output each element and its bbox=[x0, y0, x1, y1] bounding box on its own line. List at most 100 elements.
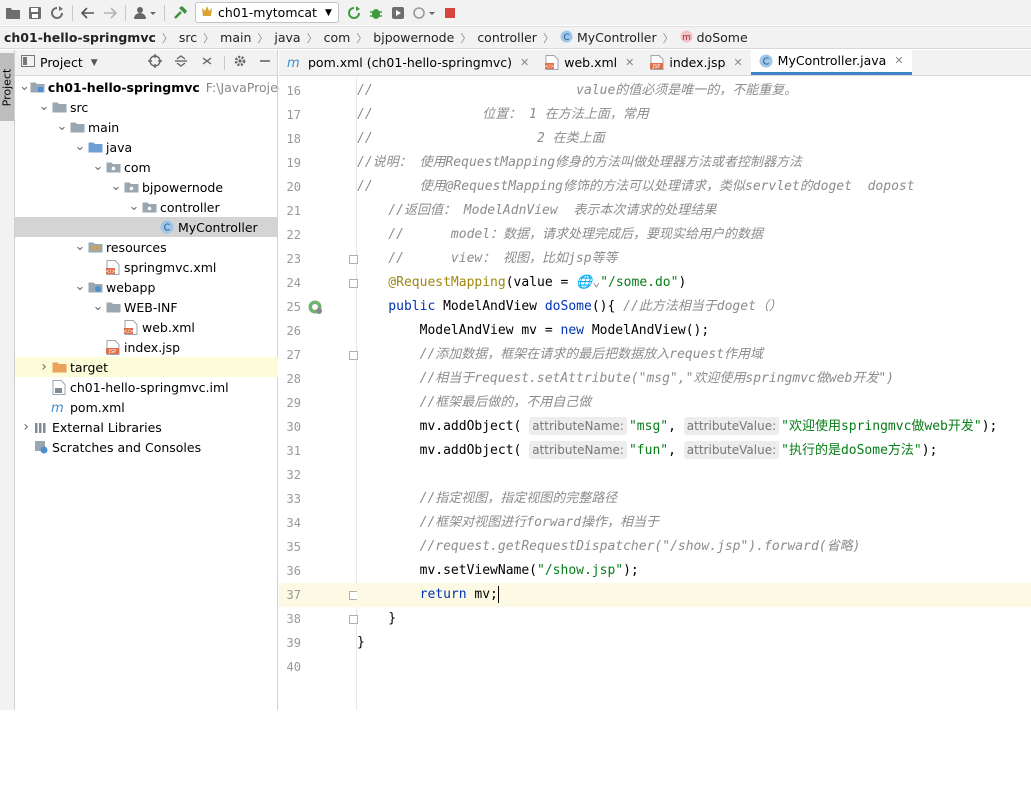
close-icon[interactable]: ✕ bbox=[625, 56, 634, 69]
breadcrumb-item-src[interactable]: src bbox=[179, 30, 197, 45]
breadcrumb-item-java[interactable]: java bbox=[274, 30, 300, 45]
tree-item-com[interactable]: ⌄ com bbox=[15, 157, 278, 177]
code-line[interactable] bbox=[357, 463, 1031, 487]
back-icon[interactable] bbox=[77, 2, 99, 24]
chevron-down-icon[interactable]: ⌄ bbox=[19, 80, 30, 93]
code-line[interactable]: // 2 在类上面 bbox=[357, 127, 1031, 151]
code-line[interactable]: public ModelAndView doSome(){ //此方法相当于do… bbox=[357, 295, 1031, 319]
chevron-down-icon[interactable]: ⌄ bbox=[127, 200, 141, 213]
chevron-down-icon[interactable]: ⌄ bbox=[73, 240, 87, 253]
breadcrumb-separator-icon: 〉 bbox=[161, 31, 173, 45]
tree-item-src[interactable]: ⌄ src bbox=[15, 97, 278, 117]
tree-item-ch01-hello-springmvc[interactable]: ⌄ ch01-hello-springmvc F:\JavaProject\ bbox=[15, 77, 294, 97]
tree-item-pom-xml[interactable]: m pom.xml bbox=[15, 397, 278, 417]
code-line[interactable]: //框架对视图进行forward操作，相当于 bbox=[357, 511, 1031, 535]
tree-item-target[interactable]: › target bbox=[15, 357, 278, 377]
code-line[interactable]: return mv; bbox=[357, 583, 1031, 607]
code-line[interactable]: //添加数据，框架在请求的最后把数据放入request作用域 bbox=[357, 343, 1031, 367]
tree-item-resources[interactable]: ⌄ resources bbox=[15, 237, 278, 257]
tree-item-mycontroller[interactable]: C MyController bbox=[15, 217, 278, 237]
expand-all-icon[interactable] bbox=[200, 54, 214, 71]
breadcrumb-item-main[interactable]: main bbox=[220, 30, 251, 45]
collapse-all-icon[interactable] bbox=[174, 54, 188, 71]
editor-tab-index-jsp[interactable]: JSP index.jsp ✕ bbox=[642, 49, 750, 75]
editor-tab-label: web.xml bbox=[564, 54, 618, 70]
profile-icon[interactable] bbox=[409, 2, 439, 24]
breadcrumb-class-label: MyController bbox=[576, 30, 657, 45]
debug-bug-icon[interactable] bbox=[365, 2, 387, 24]
tree-item-external-libraries[interactable]: › External Libraries bbox=[15, 417, 278, 437]
chevron-down-icon[interactable]: ⌄ bbox=[91, 300, 105, 313]
request-mapping-icon[interactable] bbox=[307, 299, 323, 315]
tree-item-controller[interactable]: ⌄ controller bbox=[15, 197, 278, 217]
coverage-icon[interactable] bbox=[387, 2, 409, 24]
stop-icon[interactable] bbox=[439, 2, 461, 24]
code-line[interactable]: ModelAndView mv = new ModelAndView(); bbox=[357, 319, 1031, 343]
chevron-down-icon[interactable]: ⌄ bbox=[55, 120, 69, 133]
user-icon[interactable] bbox=[130, 2, 160, 24]
code-line[interactable]: //返回值： ModelAdnView 表示本次请求的处理结果 bbox=[357, 199, 1031, 223]
code-line[interactable]: //说明： 使用RequestMapping修身的方法叫做处理器方法或者控制器方… bbox=[357, 151, 1031, 175]
code-line[interactable]: //指定视图，指定视图的完整路径 bbox=[357, 487, 1031, 511]
code-line[interactable]: @RequestMapping(value = 🌐⌄"/some.do") bbox=[357, 271, 1031, 295]
tree-item-index-jsp[interactable]: JSP index.jsp bbox=[15, 337, 278, 357]
tree-item-ch01-hello-springmvc-iml[interactable]: ch01-hello-springmvc.iml bbox=[15, 377, 278, 397]
chevron-down-icon[interactable]: ⌄ bbox=[73, 280, 87, 293]
code-line[interactable]: // view： 视图，比如jsp等等 bbox=[357, 247, 1031, 271]
close-icon[interactable]: ✕ bbox=[520, 56, 529, 69]
rerun-icon[interactable] bbox=[343, 2, 365, 24]
code-line[interactable]: // value的值必须是唯一的，不能重复。 bbox=[357, 79, 1031, 103]
chevron-down-icon[interactable]: ⌄ bbox=[73, 140, 87, 153]
tree-item-main[interactable]: ⌄ main bbox=[15, 117, 278, 137]
code-line[interactable]: //相当于request.setAttribute("msg","欢迎使用spr… bbox=[357, 367, 1031, 391]
tree-item-webapp[interactable]: ⌄ webapp bbox=[15, 277, 278, 297]
tree-item-web-inf[interactable]: ⌄ WEB-INF bbox=[15, 297, 278, 317]
chevron-right-icon[interactable]: › bbox=[37, 359, 51, 375]
close-icon[interactable]: ✕ bbox=[894, 54, 903, 67]
tree-item-web-xml[interactable]: </> web.xml bbox=[15, 317, 278, 337]
code-line[interactable]: } bbox=[357, 631, 1031, 655]
breadcrumb-item-bjpowernode[interactable]: bjpowernode bbox=[373, 30, 454, 45]
breadcrumb-item-method[interactable]: m doSome bbox=[680, 30, 748, 46]
run-configuration-select[interactable]: ch01-mytomcat ▼ bbox=[195, 2, 339, 23]
code-line[interactable]: // 使用@RequestMapping修饰的方法可以处理请求，类似servle… bbox=[357, 175, 1031, 199]
method-icon: m bbox=[680, 30, 693, 46]
code-line[interactable]: mv.setViewName("/show.jsp"); bbox=[357, 559, 1031, 583]
chevron-right-icon[interactable]: › bbox=[19, 419, 33, 435]
project-view-select[interactable]: Project bbox=[40, 55, 83, 70]
code-line[interactable] bbox=[357, 655, 1031, 679]
tree-item-java[interactable]: ⌄ java bbox=[15, 137, 278, 157]
tree-item-bjpowernode[interactable]: ⌄ bjpowernode bbox=[15, 177, 278, 197]
open-folder-icon[interactable] bbox=[2, 2, 24, 24]
breadcrumb-item-com[interactable]: com bbox=[324, 30, 351, 45]
project-tool-window-tab[interactable]: Project bbox=[0, 53, 14, 121]
gear-icon[interactable] bbox=[233, 54, 247, 71]
tree-item-scratches-and-consoles[interactable]: Scratches and Consoles bbox=[15, 437, 278, 457]
code-line[interactable]: mv.addObject( attributeName: "fun", attri… bbox=[357, 439, 1031, 463]
hide-panel-icon[interactable] bbox=[259, 55, 271, 70]
locate-icon[interactable] bbox=[148, 54, 162, 71]
code-line[interactable]: // 位置： 1 在方法上面，常用 bbox=[357, 103, 1031, 127]
code-area[interactable]: // value的值必须是唯一的，不能重复。 // 位置： 1 在方法上面，常用 /… bbox=[357, 77, 1031, 710]
close-icon[interactable]: ✕ bbox=[733, 56, 742, 69]
breadcrumb-item-class[interactable]: C MyController bbox=[560, 30, 657, 46]
build-hammer-icon[interactable] bbox=[169, 2, 191, 24]
code-line[interactable]: } bbox=[357, 607, 1031, 631]
code-line[interactable]: //request.getRequestDispatcher("/show.js… bbox=[357, 535, 1031, 559]
editor-tab-mycontroller-java[interactable]: C MyController.java ✕ bbox=[750, 49, 912, 75]
editor-tab-pom-xml[interactable]: m pom.xml (ch01-hello-springmvc) ✕ bbox=[279, 49, 537, 75]
chevron-down-icon[interactable]: ⌄ bbox=[91, 160, 105, 173]
editor-tab-web-xml[interactable]: </> web.xml ✕ bbox=[537, 49, 642, 75]
breadcrumb-item-controller[interactable]: controller bbox=[477, 30, 537, 45]
code-line[interactable]: mv.addObject( attributeName: "msg", attri… bbox=[357, 415, 1031, 439]
forward-icon[interactable] bbox=[99, 2, 121, 24]
chevron-down-icon[interactable]: ⌄ bbox=[109, 180, 123, 193]
breadcrumb-item-project[interactable]: ch01-hello-springmvc bbox=[4, 30, 156, 45]
chevron-down-icon[interactable]: ▼ bbox=[91, 58, 98, 68]
chevron-down-icon[interactable]: ⌄ bbox=[37, 100, 51, 113]
sync-icon[interactable] bbox=[46, 2, 68, 24]
code-line[interactable]: // model：数据，请求处理完成后，要现实给用户的数据 bbox=[357, 223, 1031, 247]
save-icon[interactable] bbox=[24, 2, 46, 24]
code-line[interactable]: //框架最后做的，不用自己做 bbox=[357, 391, 1031, 415]
tree-item-springmvc-xml[interactable]: </> springmvc.xml bbox=[15, 257, 278, 277]
